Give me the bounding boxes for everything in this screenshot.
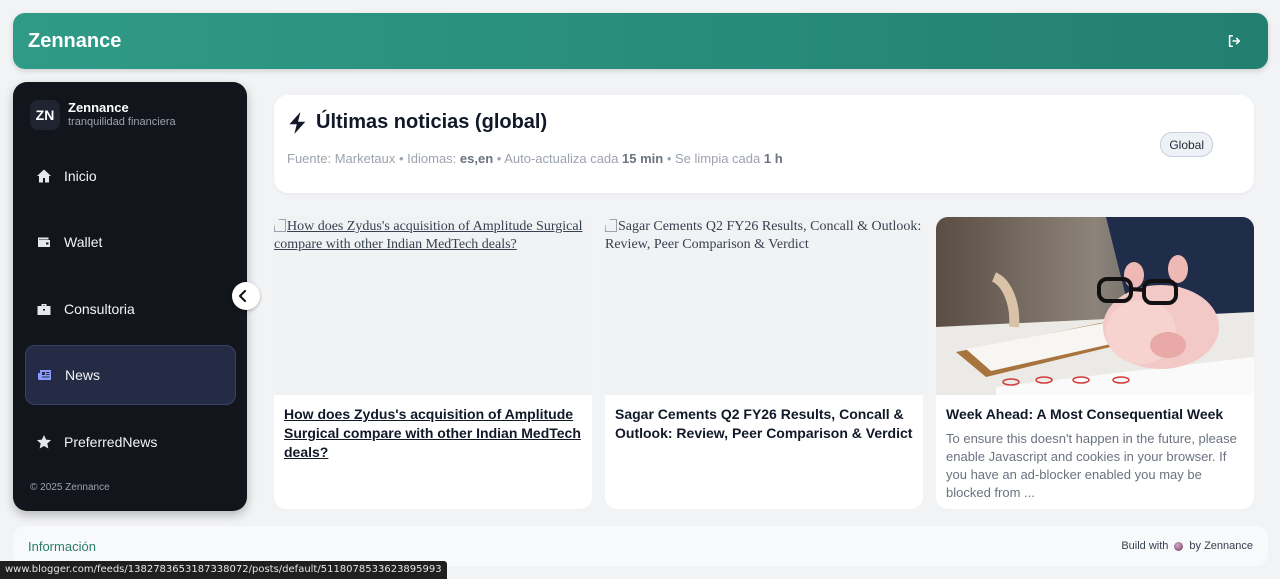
- sidebar-header: ZN Zennance tranquilidad financiera: [30, 100, 176, 130]
- sidebar-item-label: News: [65, 367, 101, 383]
- sidebar-collapse-button[interactable]: [232, 282, 260, 310]
- sidebar-item-preferrednews[interactable]: PreferredNews: [25, 412, 236, 472]
- news-card[interactable]: How does Zydus's acquisition of Amplitud…: [274, 217, 592, 509]
- news-card-title[interactable]: Sagar Cements Q2 FY26 Results, Concall &…: [615, 405, 913, 443]
- news-card[interactable]: Week Ahead: A Most Consequential Week To…: [936, 217, 1254, 509]
- top-bar: Zennance: [13, 13, 1268, 69]
- logout-icon[interactable]: [1224, 31, 1244, 51]
- sidebar-app-name: Zennance: [68, 100, 129, 115]
- build-credit: Build with by Zennance: [1121, 540, 1253, 552]
- piggy-bank-illustration: [936, 217, 1254, 395]
- image-alt-label: Sagar Cements Q2 FY26 Results, Concall &…: [605, 219, 922, 252]
- footer: Información Build with by Zennance: [13, 526, 1268, 566]
- image-alt-text: How does Zydus's acquisition of Amplitud…: [274, 218, 592, 254]
- meta-languages: es,en: [459, 151, 494, 166]
- sidebar-item-inicio[interactable]: Inicio: [25, 146, 236, 206]
- meta-refresh-label: • Auto-actualiza cada: [493, 151, 623, 166]
- news-card-description: To ensure this doesn't happen in the fut…: [946, 431, 1237, 500]
- newspaper-icon: [38, 370, 51, 380]
- image-alt-label: How does Zydus's acquisition of Amplitud…: [274, 219, 583, 252]
- sidebar: ZN Zennance tranquilidad financiera Inic…: [13, 82, 247, 511]
- broken-image-icon: [605, 219, 617, 232]
- build-suffix: by Zennance: [1189, 540, 1253, 552]
- news-card[interactable]: Sagar Cements Q2 FY26 Results, Concall &…: [605, 217, 923, 509]
- news-card-title[interactable]: Week Ahead: A Most Consequential Week: [946, 405, 1244, 424]
- meta-clean-value: 1 h: [763, 151, 783, 166]
- star-icon: [36, 435, 52, 449]
- news-image-broken: How does Zydus's acquisition of Amplitud…: [274, 217, 592, 395]
- meta-refresh-value: 15 min: [622, 151, 664, 166]
- meta-clean-label: • Se limpia cada: [663, 151, 764, 166]
- sidebar-item-wallet[interactable]: Wallet: [25, 212, 236, 272]
- sidebar-item-consultoria[interactable]: Consultoria: [25, 279, 236, 339]
- chevron-left-icon: [239, 290, 246, 302]
- meta-source: Fuente: Marketaux • Idiomas:: [287, 151, 460, 166]
- info-link[interactable]: Información: [28, 539, 96, 554]
- sidebar-item-news[interactable]: News: [25, 345, 236, 405]
- news-image: [936, 217, 1254, 395]
- browser-status-url: www.blogger.com/feeds/138278365318733807…: [0, 561, 447, 579]
- page-title-text: Últimas noticias (global): [316, 111, 548, 133]
- bolt-icon: [289, 111, 306, 134]
- image-alt-text: Sagar Cements Q2 FY26 Results, Concall &…: [605, 218, 923, 254]
- news-meta: Fuente: Marketaux • Idiomas: es,en • Aut…: [287, 151, 783, 166]
- brand-title[interactable]: Zennance: [28, 30, 121, 53]
- sidebar-item-label: Consultoria: [64, 301, 135, 317]
- news-header-card: Últimas noticias (global) Fuente: Market…: [274, 95, 1254, 193]
- home-icon: [37, 169, 51, 183]
- broken-image-icon: [274, 219, 286, 232]
- sidebar-item-label: Inicio: [64, 168, 97, 184]
- wallet-icon: [38, 237, 50, 247]
- sidebar-item-label: PreferredNews: [64, 434, 158, 450]
- page-title: Últimas noticias (global): [288, 111, 547, 134]
- scope-badge[interactable]: Global: [1160, 132, 1213, 157]
- news-image-broken: Sagar Cements Q2 FY26 Results, Concall &…: [605, 217, 923, 395]
- sidebar-copyright: © 2025 Zennance: [30, 482, 110, 493]
- heart-icon: [1174, 541, 1184, 551]
- build-prefix: Build with: [1121, 540, 1169, 552]
- briefcase-icon: [37, 304, 51, 315]
- sidebar-tagline: tranquilidad financiera: [68, 116, 176, 128]
- avatar: ZN: [30, 100, 60, 130]
- news-card-title[interactable]: How does Zydus's acquisition of Amplitud…: [284, 405, 582, 462]
- sidebar-item-label: Wallet: [64, 234, 103, 250]
